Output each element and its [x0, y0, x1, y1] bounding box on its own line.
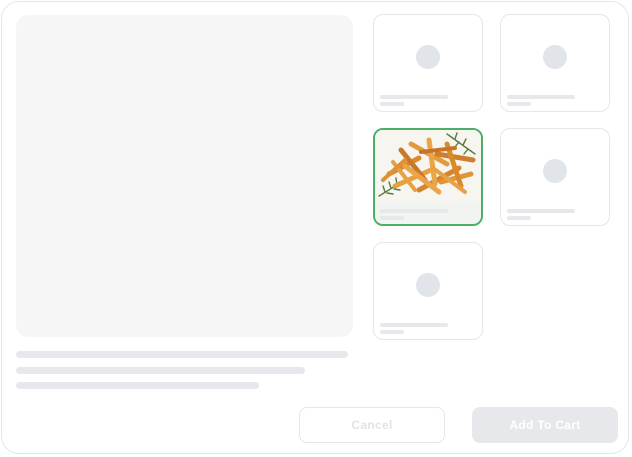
card-footer — [375, 202, 481, 224]
preview-placeholder — [16, 15, 353, 337]
card-title-skeleton — [380, 323, 448, 327]
card-title-skeleton — [380, 209, 448, 213]
card-title-skeleton — [507, 95, 575, 99]
product-card-placeholder[interactable] — [500, 128, 610, 226]
card-price-skeleton — [507, 216, 531, 220]
card-price-skeleton — [507, 102, 531, 106]
product-card-placeholder[interactable] — [373, 14, 483, 112]
product-card-placeholder[interactable] — [373, 242, 483, 340]
title-skeleton-line — [16, 351, 348, 358]
card-price-skeleton — [380, 102, 404, 106]
product-picker-dialog — [1, 1, 629, 454]
card-price-skeleton — [380, 216, 404, 220]
card-title-skeleton — [507, 209, 575, 213]
product-card-french-fries[interactable] — [373, 128, 483, 226]
image-placeholder-icon — [416, 273, 440, 297]
image-placeholder-icon — [543, 45, 567, 69]
add-to-cart-button[interactable]: Add To Cart — [472, 407, 618, 443]
french-fries-image — [375, 130, 481, 202]
cancel-button[interactable]: Cancel — [299, 407, 445, 443]
card-price-skeleton — [380, 330, 404, 334]
image-placeholder-icon — [416, 45, 440, 69]
card-title-skeleton — [380, 95, 448, 99]
description-skeleton-line — [16, 367, 305, 374]
product-card-placeholder[interactable] — [500, 14, 610, 112]
french-fries-illustration — [375, 130, 481, 202]
price-skeleton-line — [16, 382, 259, 389]
image-placeholder-icon — [543, 159, 567, 183]
